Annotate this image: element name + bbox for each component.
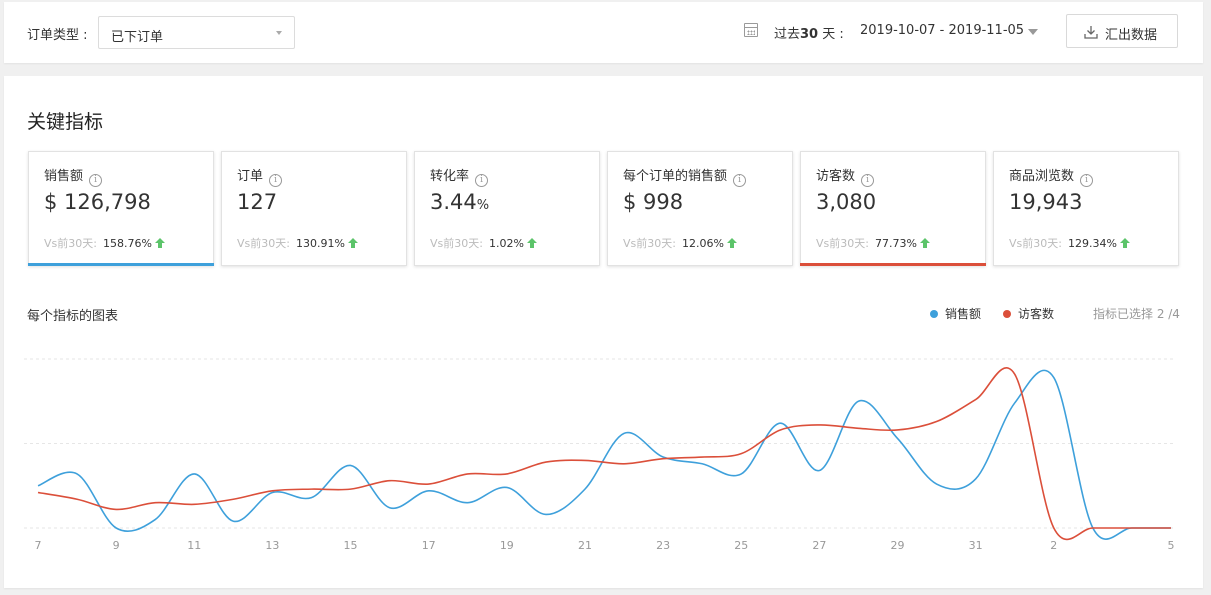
x-tick-label: 5	[1168, 539, 1175, 552]
x-tick-label: 17	[422, 539, 436, 552]
x-tick-label: 13	[265, 539, 279, 552]
x-tick-label: 21	[578, 539, 592, 552]
x-tick-label: 27	[812, 539, 826, 552]
x-tick-label: 19	[500, 539, 514, 552]
x-tick-label: 2	[1050, 539, 1057, 552]
x-tick-label: 25	[734, 539, 748, 552]
x-tick-label: 15	[344, 539, 358, 552]
x-tick-label: 11	[187, 539, 201, 552]
metrics-line-chart: 7 9 11 13 15 17 19 21 23 25 27 29 31 2 5	[24, 358, 1175, 552]
x-tick-label: 7	[35, 539, 42, 552]
x-tick-label: 31	[969, 539, 983, 552]
x-tick-label: 29	[891, 539, 905, 552]
x-tick-label: 23	[656, 539, 670, 552]
series-line-sales	[37, 369, 1171, 540]
x-tick-label: 9	[113, 539, 120, 552]
series-line-visitors	[37, 367, 1171, 541]
